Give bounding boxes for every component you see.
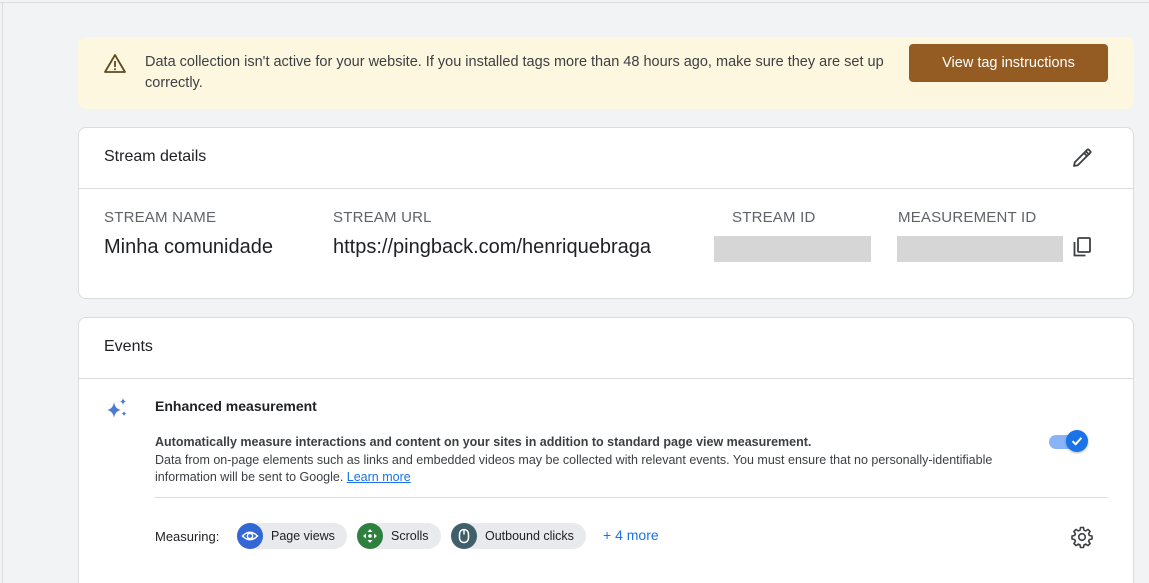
enhanced-measurement-toggle[interactable]	[1049, 429, 1089, 453]
chip-label: Outbound clicks	[485, 529, 574, 543]
chip-label: Page views	[271, 529, 335, 543]
mouse-icon	[451, 523, 477, 549]
chip-label: Scrolls	[391, 529, 429, 543]
gear-icon[interactable]	[1070, 525, 1094, 549]
toggle-knob	[1066, 430, 1088, 452]
events-divider	[155, 497, 1108, 498]
stream-id-label: STREAM ID	[732, 209, 816, 226]
chip-page-views[interactable]: Page views	[237, 523, 347, 549]
stream-url-value: https://pingback.com/henriquebraga	[333, 236, 651, 258]
eye-icon	[237, 523, 263, 549]
events-title: Events	[104, 338, 153, 355]
chip-outbound-clicks[interactable]: Outbound clicks	[451, 523, 586, 549]
events-header: Events	[79, 318, 1133, 379]
copy-icon[interactable]	[1070, 235, 1094, 259]
left-border	[2, 2, 3, 583]
stream-details-card: Stream details STREAM NAME Minha comunid…	[78, 127, 1134, 299]
scroll-icon	[357, 523, 383, 549]
data-collection-warning-banner: Data collection isn't active for your we…	[78, 37, 1134, 109]
enhanced-measurement-detail: Data from on-page elements such as links…	[155, 453, 993, 484]
stream-name-value: Minha comunidade	[104, 236, 273, 258]
view-tag-instructions-button[interactable]: View tag instructions	[909, 44, 1108, 82]
more-events-link[interactable]: + 4 more	[603, 527, 659, 543]
events-card: Events Enhanced measurement Automaticall…	[78, 317, 1134, 583]
stream-details-title: Stream details	[104, 148, 207, 165]
enhanced-measurement-summary: Automatically measure interactions and c…	[155, 435, 812, 449]
pencil-icon[interactable]	[1070, 146, 1094, 170]
top-border	[0, 2, 1149, 3]
sparkle-icon	[107, 398, 127, 418]
measurement-id-value-redacted	[897, 236, 1063, 262]
enhanced-measurement-title: Enhanced measurement	[155, 398, 317, 414]
check-icon	[1071, 437, 1083, 446]
stream-id-value-redacted	[714, 236, 871, 262]
stream-details-header: Stream details	[79, 128, 1133, 189]
learn-more-link[interactable]: Learn more	[347, 470, 411, 484]
stream-url-label: STREAM URL	[333, 209, 432, 226]
banner-message: Data collection isn't active for your we…	[145, 54, 884, 91]
warning-icon	[104, 54, 126, 73]
stream-name-label: STREAM NAME	[104, 209, 217, 226]
measurement-id-label: MEASUREMENT ID	[898, 209, 1037, 226]
enhanced-measurement-description: Data from on-page elements such as links…	[155, 452, 1005, 486]
chip-scrolls[interactable]: Scrolls	[357, 523, 441, 549]
measuring-label: Measuring:	[155, 529, 220, 544]
